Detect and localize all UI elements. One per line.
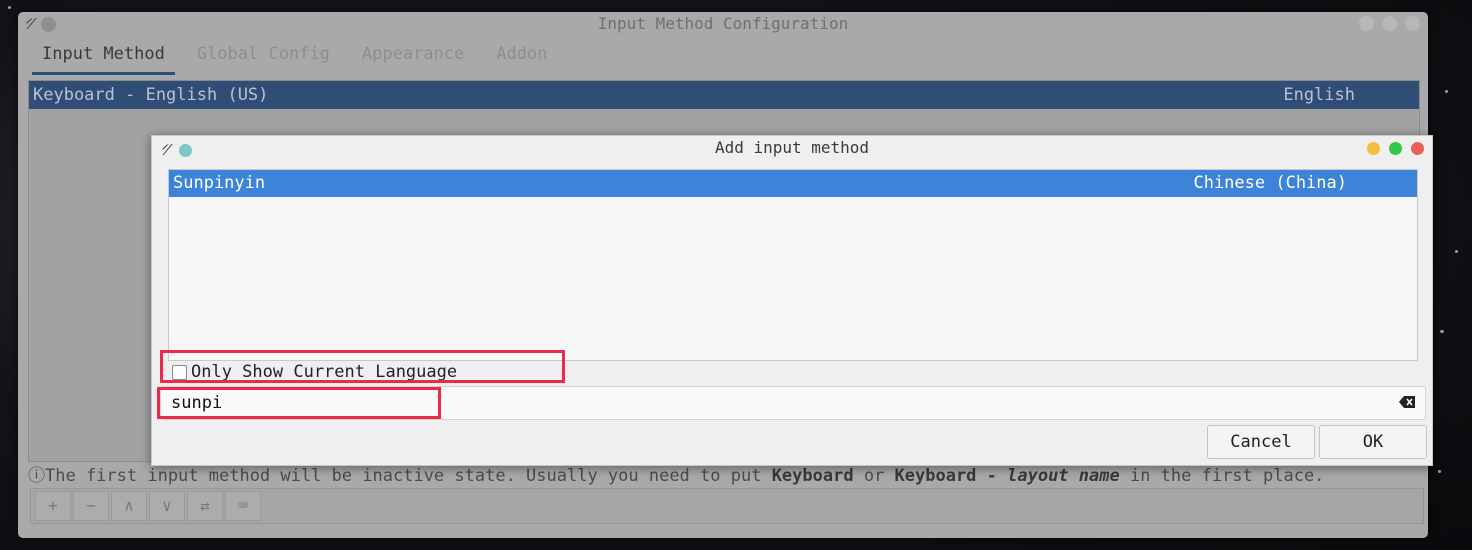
tab-input-method[interactable]: Input Method [32,42,175,75]
highlight-box-search [157,387,441,419]
tab-appearance[interactable]: Appearance [352,42,474,75]
ok-button[interactable]: OK [1319,425,1427,459]
tab-addon[interactable]: Addon [486,42,557,75]
list-item-name: Keyboard - English (US) [33,85,269,105]
highlight-box-checkbox [160,350,565,383]
background-star [1445,90,1448,93]
main-window-title: Input Method Configuration [597,14,849,33]
minimize-icon[interactable] [1359,16,1374,31]
list-toolbar: + − ∧ ∨ ⇄ ⌨ [30,488,1424,524]
maximize-icon[interactable] [1382,16,1397,31]
info-icon: ⓘ [28,466,45,486]
add-button[interactable]: + [35,491,71,521]
available-input-methods-list[interactable]: Sunpinyin Chinese (China) [168,169,1418,361]
dialog-title: Add input method [714,138,870,157]
move-down-button[interactable]: ∨ [149,491,185,521]
list-item[interactable]: Sunpinyin Chinese (China) [169,170,1417,197]
tab-global-config[interactable]: Global Config [187,42,340,75]
close-icon[interactable] [1405,16,1420,31]
background-star [8,6,11,9]
maximize-icon[interactable] [1389,142,1402,155]
list-item-language: English [1283,85,1355,105]
clear-text-icon[interactable] [1399,396,1415,408]
close-icon[interactable] [1411,142,1424,155]
minimize-icon[interactable] [1367,142,1380,155]
background-star [1455,250,1458,253]
hint-part: in the first place. [1119,466,1325,486]
remove-button[interactable]: − [73,491,109,521]
hint-bold-italic: layout name [1007,466,1120,486]
hint-part: or [853,466,895,486]
main-titlebar-right [1359,16,1420,31]
hint-bold: Keyboard - [894,466,1008,486]
hint-bold: Keyboard [771,466,854,486]
dialog-titlebar-right [1367,142,1424,155]
background-star [1440,330,1444,333]
hint-part: The first input method will be inactive … [45,466,772,486]
list-item-name: Sunpinyin [173,173,266,193]
cancel-button[interactable]: Cancel [1207,425,1315,459]
list-item[interactable]: Keyboard - English (US) English [29,81,1419,109]
keyboard-layout-button[interactable]: ⌨ [225,491,261,521]
configure-button[interactable]: ⇄ [187,491,223,521]
move-up-button[interactable]: ∧ [111,491,147,521]
background-star [1438,470,1441,473]
list-item-language: Chinese (China) [1193,173,1347,193]
main-tabs: Input Method Global Config Appearance Ad… [32,42,569,75]
